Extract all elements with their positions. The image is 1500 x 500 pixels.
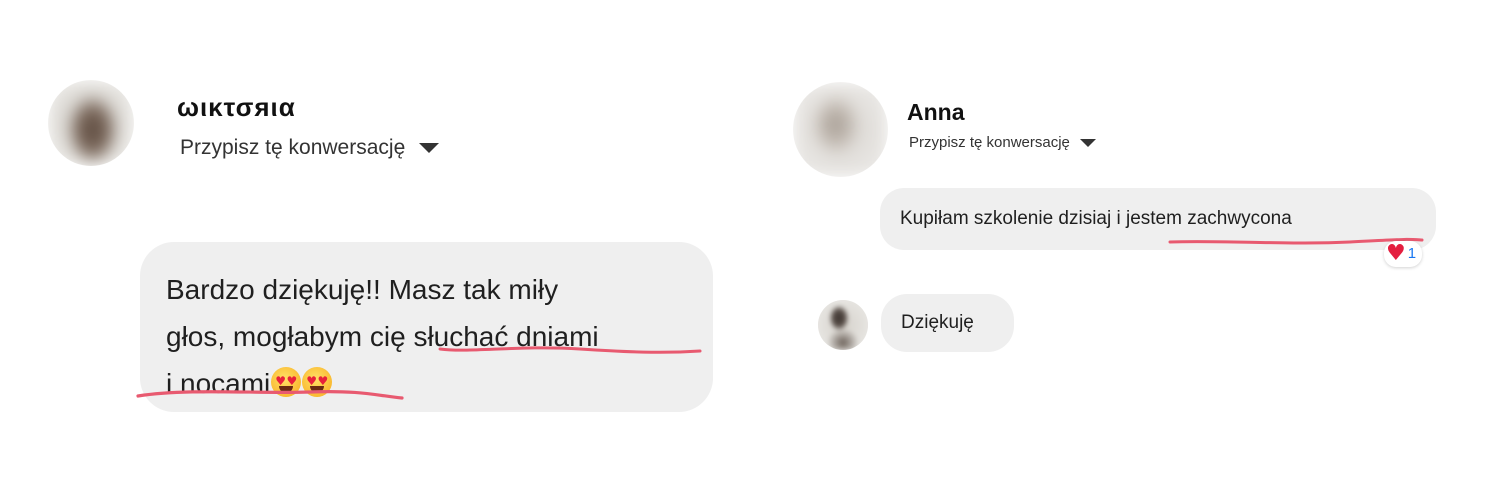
message-line: Bardzo dziękuję!! Masz tak miły (166, 274, 559, 305)
assign-conversation-label: Przypisz tę konwersację (909, 134, 1070, 151)
smiling-face-with-heart-eyes-icon: ♥ ♥ (302, 367, 333, 397)
contact-name[interactable]: ωικτσяια (177, 92, 296, 123)
heart-icon: ♥ (1386, 241, 1406, 266)
message-line: i nocami ♥ ♥ ♥ ♥ (166, 360, 687, 407)
assign-conversation-label: Przypisz tę konwersację (180, 136, 406, 159)
highlighted-text: i nocami (166, 368, 271, 399)
assign-conversation-dropdown[interactable]: Przypisz tę konwersację (180, 136, 440, 160)
contact-name[interactable]: Anna (907, 99, 965, 126)
chevron-down-icon[interactable] (1079, 138, 1096, 147)
message-reaction[interactable]: ♥ 1 (1384, 241, 1423, 267)
message-bubble: Bardzo dziękuję!! Masz tak miły głos, mo… (140, 242, 713, 412)
reply-message-bubble: Dziękuję (881, 294, 1014, 352)
chevron-down-icon[interactable] (419, 143, 440, 153)
contact-avatar[interactable] (48, 80, 134, 166)
message-text: głos, mogłabym cię (166, 321, 414, 352)
reaction-count: 1 (1407, 245, 1417, 262)
smiling-face-with-heart-eyes-icon: ♥ ♥ (271, 367, 302, 397)
assign-conversation-dropdown[interactable]: Przypisz tę konwersację (909, 134, 1096, 151)
screenshot-collage: ωικτσяια Przypisz tę konwersację Bardzo … (0, 0, 1500, 500)
message-line: głos, mogłabym cię słuchać dniami (166, 313, 687, 360)
contact-avatar[interactable] (793, 82, 888, 177)
incoming-message-bubble: Kupiłam szkolenie dzisiaj i jestem zachw… (880, 188, 1436, 250)
highlighted-text: słuchać dniami (413, 321, 599, 352)
sender-avatar[interactable] (818, 300, 868, 350)
